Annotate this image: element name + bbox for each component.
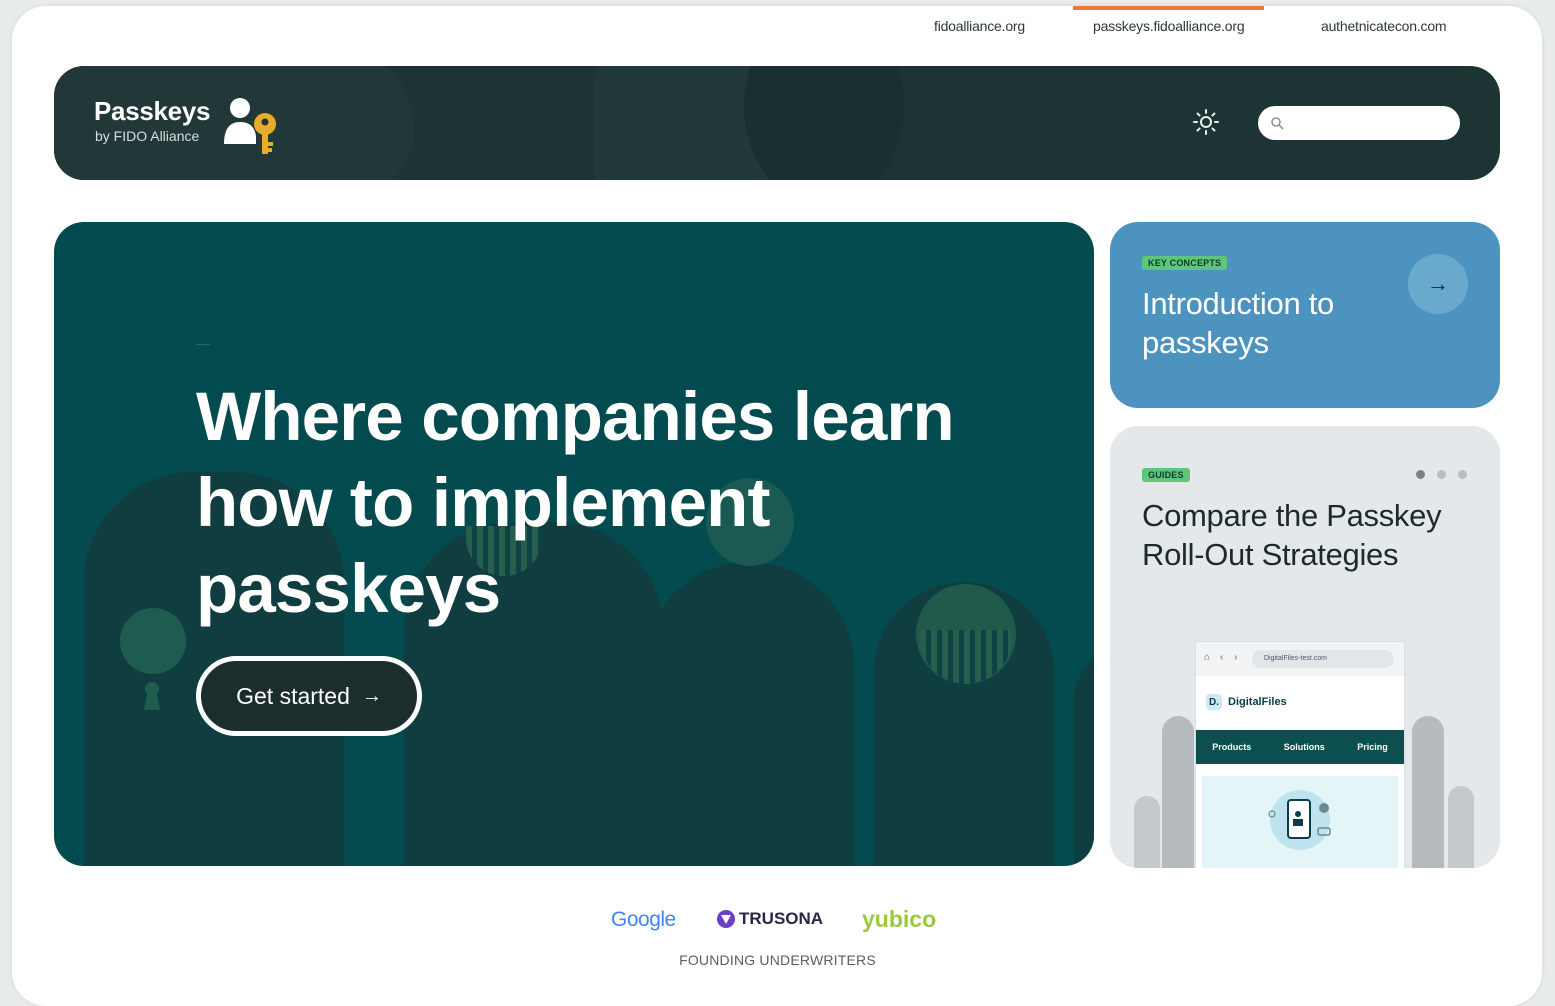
search-input[interactable]	[1284, 111, 1453, 137]
carousel-dot-3[interactable]	[1458, 470, 1467, 479]
phone-passkey-icon	[1268, 790, 1331, 850]
arrow-right-icon: →	[1427, 271, 1449, 296]
hero-eyebrow-line	[196, 344, 210, 345]
get-started-button[interactable]: Get started →	[196, 656, 422, 736]
hero-decoration	[120, 608, 186, 674]
trusona-icon	[717, 910, 735, 928]
back-icon: ‹	[1220, 652, 1224, 663]
digitalfiles-nav-item: Pricing	[1357, 742, 1388, 752]
get-started-label: Get started	[236, 682, 350, 709]
logo-subtitle: by FIDO Alliance	[95, 128, 200, 144]
digitalfiles-nav-item: Solutions	[1283, 742, 1325, 752]
illustration-decoration	[1412, 716, 1444, 868]
arrow-right-icon: →	[361, 684, 382, 707]
search-icon	[1271, 117, 1284, 130]
user-key-icon	[224, 98, 276, 154]
intro-to-passkeys-card[interactable]: KEY CONCEPTS Introduction to passkeys →	[1110, 222, 1500, 408]
theme-toggle-button[interactable]	[1192, 108, 1220, 136]
digitalfiles-panel	[1202, 776, 1398, 868]
digitalfiles-nav-item: Products	[1212, 742, 1252, 752]
illustration-decoration	[1162, 716, 1194, 868]
guides-tag: GUIDES	[1142, 468, 1190, 482]
digitalfiles-name: DigitalFiles	[1228, 696, 1287, 708]
hero-banner: Where companies learn how to implement p…	[54, 222, 1094, 866]
search-box[interactable]	[1258, 106, 1460, 140]
site-link-passkeys[interactable]: passkeys.fidoalliance.org	[1072, 6, 1265, 34]
key-concepts-tag: KEY CONCEPTS	[1142, 256, 1228, 270]
keyhole-icon	[144, 682, 160, 710]
site-switcher: fidoalliance.org passkeys.fidoalliance.o…	[0, 6, 1555, 48]
site-header: Passkeys by FIDO Alliance	[54, 66, 1500, 180]
underwriter-logos: Google TRUSONA yubico	[0, 902, 1555, 942]
digitalfiles-mark: D.	[1206, 694, 1222, 710]
illustration-url: DigitalFiles-test.com	[1252, 650, 1394, 668]
carousel-dot-1[interactable]	[1416, 470, 1425, 479]
hero-decoration	[1074, 642, 1094, 866]
intro-card-title: Introduction to passkeys	[1142, 286, 1334, 360]
trusona-logo[interactable]: TRUSONA	[716, 909, 823, 929]
home-icon: ⌂	[1204, 652, 1211, 663]
roll-out-strategies-card[interactable]: GUIDES Compare the Passkey Roll-Out Stra…	[1110, 426, 1500, 868]
guide-card-title: Compare the Passkey Roll-Out Strategies	[1142, 498, 1442, 572]
illustration-browser-bar: ⌂ ‹ › DigitalFiles-test.com	[1196, 642, 1404, 676]
forward-icon: ›	[1234, 652, 1238, 663]
illustration-decoration	[1448, 786, 1474, 868]
header-decoration	[744, 66, 904, 180]
carousel-dots	[1416, 466, 1479, 484]
illustration-browser: ⌂ ‹ › DigitalFiles-test.com D. DigitalFi…	[1196, 642, 1404, 868]
illustration-decoration	[1134, 796, 1160, 868]
passkeys-logo[interactable]: Passkeys by FIDO Alliance	[94, 96, 294, 156]
sun-icon	[1193, 109, 1219, 135]
digitalfiles-logo: D. DigitalFiles	[1206, 694, 1287, 710]
carousel-dot-2[interactable]	[1437, 470, 1446, 479]
digitalfiles-nav: Products Solutions Pricing	[1196, 730, 1404, 764]
intro-card-arrow-button[interactable]: →	[1408, 254, 1468, 314]
trusona-wordmark: TRUSONA	[739, 909, 824, 928]
hero-title: Where companies learn how to implement p…	[196, 378, 955, 627]
logo-title: Passkeys	[94, 96, 211, 126]
site-link-fidoalliance[interactable]: fidoalliance.org	[934, 18, 1025, 34]
founding-underwriters-label: FOUNDING UNDERWRITERS	[679, 952, 876, 968]
site-link-authenticatecon[interactable]: authetnicatecon.com	[1321, 18, 1447, 34]
yubico-logo[interactable]: yubico	[862, 906, 936, 933]
google-logo[interactable]: Google	[611, 908, 676, 932]
